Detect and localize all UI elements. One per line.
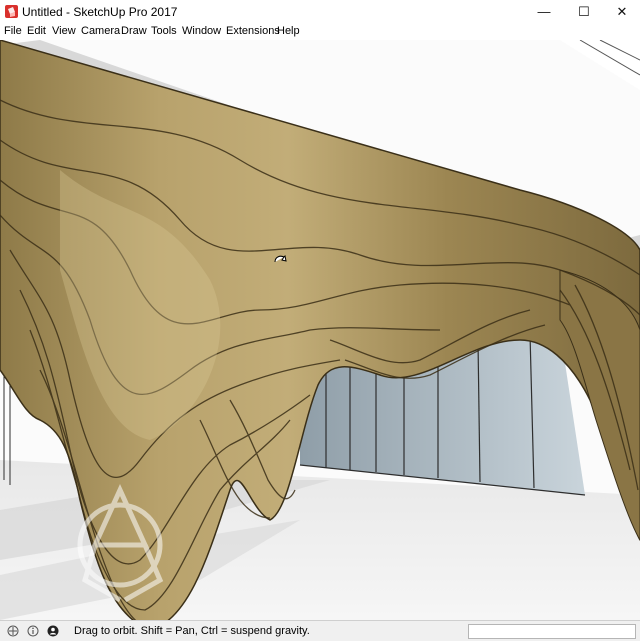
minimize-button[interactable]: —: [524, 0, 564, 23]
menu-draw[interactable]: Draw: [121, 25, 147, 37]
menu-bar: File Edit View Camera Draw Tools Window …: [0, 23, 640, 41]
credit-info-icon[interactable]: [27, 625, 39, 637]
status-bar: Drag to orbit. Shift = Pan, Ctrl = suspe…: [0, 620, 640, 641]
sketchup-icon: [5, 5, 18, 18]
orbit-cursor-icon: [274, 254, 287, 263]
menu-extensions[interactable]: Extensions: [226, 25, 280, 37]
menu-tools[interactable]: Tools: [151, 25, 177, 37]
menu-window[interactable]: Window: [182, 25, 221, 37]
user-icon[interactable]: [47, 625, 59, 637]
menu-camera[interactable]: Camera: [81, 25, 120, 37]
model-scene: [0, 40, 640, 620]
geolocation-icon[interactable]: [7, 625, 19, 637]
status-message: Drag to orbit. Shift = Pan, Ctrl = suspe…: [74, 625, 310, 637]
measurements-box[interactable]: [468, 624, 636, 639]
maximize-button[interactable]: ☐: [564, 0, 604, 23]
title-bar: Untitled - SketchUp Pro 2017 — ☐ ✕: [0, 0, 640, 23]
window-title: Untitled - SketchUp Pro 2017: [22, 5, 178, 19]
menu-help[interactable]: Help: [277, 25, 300, 37]
menu-file[interactable]: File: [4, 25, 22, 37]
menu-view[interactable]: View: [52, 25, 76, 37]
close-button[interactable]: ✕: [602, 0, 640, 23]
model-viewport[interactable]: [0, 40, 640, 620]
menu-edit[interactable]: Edit: [27, 25, 46, 37]
